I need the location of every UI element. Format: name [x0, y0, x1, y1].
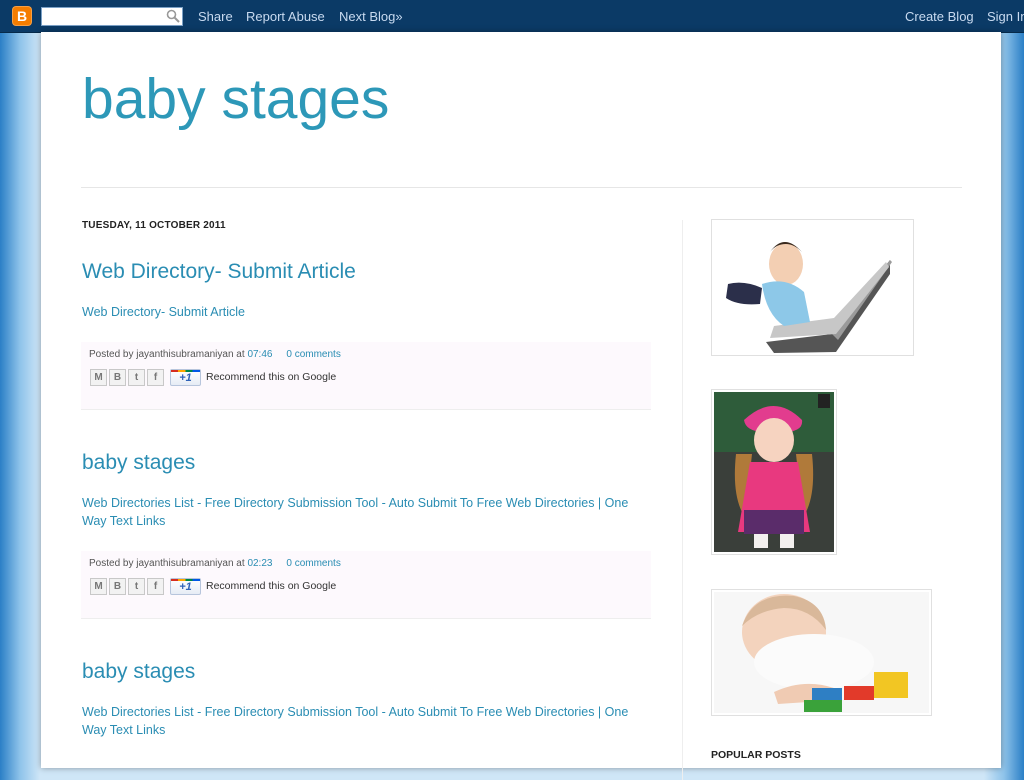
post-title[interactable]: baby stages	[82, 660, 195, 684]
posted-by-text: Posted by jayanthisubramaniyan at	[89, 558, 245, 569]
baby-blocks-image	[714, 592, 929, 713]
date-header: TUESDAY, 11 OCTOBER 2011	[82, 220, 226, 231]
search-icon[interactable]	[166, 9, 180, 23]
report-abuse-link[interactable]: Report Abuse	[246, 9, 325, 24]
blog-page: baby stages TUESDAY, 11 OCTOBER 2011 Web…	[41, 32, 1001, 780]
email-share-icon[interactable]: M	[90, 578, 107, 595]
post-time-link[interactable]: 07:46	[247, 349, 272, 360]
blogthis-share-icon[interactable]: B	[109, 578, 126, 595]
facebook-share-icon[interactable]: f	[147, 369, 164, 386]
blogger-logo-icon[interactable]: B	[12, 6, 32, 26]
email-share-icon[interactable]: M	[90, 369, 107, 386]
next-blog-link[interactable]: Next Blog»	[339, 9, 403, 24]
post-time-link[interactable]: 02:23	[247, 558, 272, 569]
recommend-text: Recommend this on Google	[206, 580, 337, 592]
create-blog-link[interactable]: Create Blog	[905, 9, 974, 24]
recommend-text: Recommend this on Google	[206, 371, 337, 383]
column-divider	[682, 220, 683, 780]
sidebar-image-doll[interactable]	[711, 389, 837, 555]
sidebar-image-baby-blocks[interactable]	[711, 589, 932, 716]
popular-posts-heading: POPULAR POSTS	[711, 749, 801, 761]
search-input[interactable]	[44, 9, 164, 24]
post-body[interactable]: Web Directories List - Free Directory Su…	[82, 703, 642, 739]
post-title[interactable]: baby stages	[82, 451, 195, 475]
comments-link[interactable]: 0 comments	[286, 349, 340, 360]
share-link[interactable]: Share	[198, 9, 233, 24]
post-body[interactable]: Web Directory- Submit Article	[82, 303, 642, 321]
blogger-navbar: B Share Report Abuse Next Blog» Create B…	[0, 0, 1024, 33]
twitter-share-icon[interactable]: t	[128, 578, 145, 595]
posted-by-text: Posted by jayanthisubramaniyan at	[89, 349, 245, 360]
plus-one-button[interactable]: +1	[170, 369, 201, 386]
facebook-share-icon[interactable]: f	[147, 578, 164, 595]
comments-link[interactable]: 0 comments	[286, 558, 340, 569]
plus-one-button[interactable]: +1	[170, 578, 201, 595]
doll-image	[714, 392, 834, 552]
sidebar-image-baby-laptop[interactable]	[711, 219, 914, 356]
baby-laptop-image	[714, 222, 911, 353]
blog-title[interactable]: baby stages	[82, 64, 389, 134]
sign-in-link[interactable]: Sign In	[987, 9, 1024, 24]
blogthis-share-icon[interactable]: B	[109, 369, 126, 386]
post-meta: Posted by jayanthisubramaniyan at 07:46 …	[89, 349, 341, 360]
header-divider	[81, 187, 962, 188]
post-footer: Posted by jayanthisubramaniyan at 02:23 …	[81, 551, 651, 619]
search-box[interactable]	[41, 7, 183, 26]
post-title[interactable]: Web Directory- Submit Article	[82, 260, 356, 284]
post-footer: Posted by jayanthisubramaniyan at 07:46 …	[81, 342, 651, 410]
post-body[interactable]: Web Directories List - Free Directory Su…	[82, 494, 642, 530]
post-meta: Posted by jayanthisubramaniyan at 02:23 …	[89, 558, 341, 569]
twitter-share-icon[interactable]: t	[128, 369, 145, 386]
